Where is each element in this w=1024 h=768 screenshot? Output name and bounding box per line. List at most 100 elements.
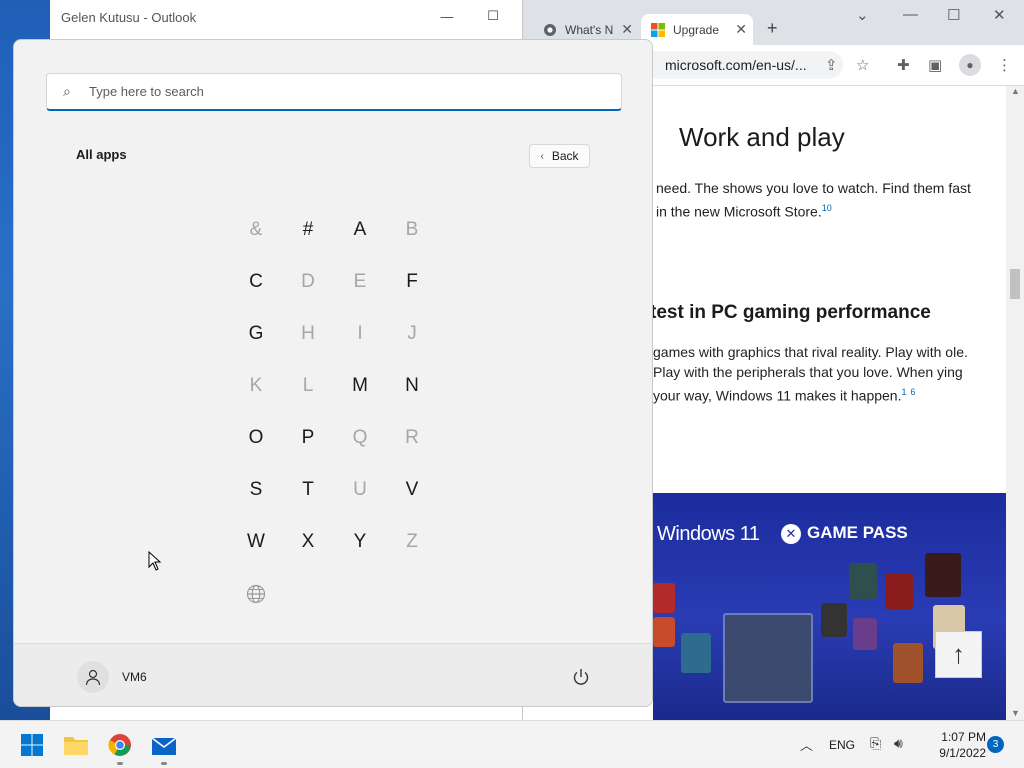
paragraph-gaming: games with graphics that rival reality. … bbox=[653, 342, 993, 406]
all-apps-heading: All apps bbox=[76, 147, 127, 162]
running-indicator bbox=[117, 762, 123, 765]
clock-date: 9/1/2022 bbox=[939, 746, 986, 760]
start-menu: ⌕ All apps ‹ Back &#AB CD EF GH I J K LMN OPQ R ST… bbox=[13, 39, 653, 707]
letter-jump-21[interactable]: T bbox=[282, 464, 334, 516]
banner-gamepass-label: GAME PASS bbox=[807, 523, 908, 542]
letter-jump-0: & bbox=[249, 219, 263, 240]
close-icon[interactable]: ✕ bbox=[735, 21, 747, 38]
language-indicator[interactable]: ENG bbox=[829, 738, 855, 752]
banner-windows-label: Windows 11 bbox=[657, 523, 760, 545]
scroll-down-icon[interactable]: ▼ bbox=[1011, 708, 1020, 718]
outlook-window-title: Gelen Kutusu - Outlook bbox=[61, 10, 197, 25]
paragraph-text: games with graphics that rival reality. … bbox=[653, 344, 968, 404]
letter-jump-20[interactable]: S bbox=[230, 464, 282, 516]
game-tile bbox=[723, 613, 813, 703]
star-icon[interactable]: ☆ bbox=[856, 56, 869, 74]
heading-work-and-play: Work and play bbox=[679, 122, 845, 152]
chrome-taskbar-button[interactable] bbox=[104, 729, 136, 765]
search-icon: ⌕ bbox=[63, 83, 71, 99]
new-tab-button[interactable]: + bbox=[767, 18, 778, 39]
maximize-icon[interactable]: ☐ bbox=[485, 8, 501, 24]
search-input[interactable] bbox=[89, 84, 589, 99]
search-box[interactable]: ⌕ bbox=[46, 73, 622, 111]
footnote-link[interactable]: 1 bbox=[902, 387, 907, 397]
chrome-icon bbox=[544, 23, 556, 36]
share-icon[interactable]: ⇪ bbox=[825, 56, 838, 74]
alphabet-jump-grid: & # A B C D E F G H I J K L M N O P Q R S T U V W X Y Z bbox=[230, 204, 438, 620]
game-tile bbox=[925, 553, 961, 597]
letter-jump-16[interactable]: O bbox=[230, 412, 282, 464]
letter-jump-5: D bbox=[301, 271, 315, 292]
mail-icon bbox=[151, 737, 177, 755]
sidebar-icon[interactable]: ▣ bbox=[928, 56, 942, 74]
chevron-up-icon[interactable]: ︿ bbox=[800, 735, 813, 754]
profile-icon[interactable]: ● bbox=[959, 54, 981, 76]
footnote-link[interactable]: 10 bbox=[822, 203, 832, 213]
banner-gamepass: ✕ GAME PASS bbox=[781, 523, 908, 544]
letter-jump-11: J bbox=[407, 323, 417, 344]
microsoft-logo-icon bbox=[651, 22, 665, 37]
scrollbar-thumb[interactable] bbox=[1010, 269, 1020, 299]
power-icon[interactable] bbox=[570, 666, 592, 688]
more-menu-icon[interactable]: ⋮ bbox=[997, 56, 1012, 74]
letter-jump-18: Q bbox=[352, 427, 368, 448]
user-avatar[interactable] bbox=[77, 661, 109, 693]
extensions-icon[interactable]: ✚ bbox=[897, 56, 910, 74]
mouse-cursor-icon bbox=[148, 551, 162, 571]
chevron-left-icon: ‹ bbox=[540, 150, 544, 162]
file-explorer-button[interactable] bbox=[60, 729, 92, 761]
letter-jump-1[interactable]: # bbox=[282, 204, 334, 256]
letter-jump-6: E bbox=[353, 271, 367, 292]
minimize-icon[interactable]: — bbox=[439, 8, 455, 24]
page-scrollbar[interactable]: ▲ ▼ bbox=[1006, 86, 1024, 720]
notification-badge[interactable]: 3 bbox=[987, 736, 1004, 753]
close-icon[interactable]: ✕ bbox=[621, 21, 633, 38]
letter-jump-24[interactable]: W bbox=[230, 516, 282, 568]
letter-jump-23[interactable]: V bbox=[386, 464, 438, 516]
maximize-icon[interactable]: ☐ bbox=[947, 6, 960, 24]
footnote-link[interactable]: 6 bbox=[910, 387, 915, 397]
tab-upgrade[interactable]: Upgrade ✕ bbox=[641, 14, 753, 45]
heading-gaming: test in PC gaming performance bbox=[650, 302, 931, 323]
letter-jump-2[interactable]: A bbox=[334, 204, 386, 256]
taskbar: ︿ ENG ⎘ 🔊︎ 1:07 PM 9/1/2022 3 bbox=[0, 720, 1024, 768]
letter-jump-19: R bbox=[405, 427, 419, 448]
start-button[interactable] bbox=[16, 729, 48, 761]
network-icon[interactable]: ⎘ bbox=[870, 735, 881, 752]
letter-jump-14[interactable]: M bbox=[334, 360, 386, 412]
game-tile bbox=[849, 563, 877, 599]
paragraph-text: need. The shows you love to watch. Find … bbox=[656, 180, 971, 220]
letter-jump-3: B bbox=[405, 219, 419, 240]
minimize-icon[interactable]: — bbox=[903, 6, 918, 23]
file-explorer-icon bbox=[64, 737, 88, 755]
letter-jump-17[interactable]: P bbox=[282, 412, 334, 464]
clock-time: 1:07 PM bbox=[941, 730, 986, 744]
back-button[interactable]: ‹ Back bbox=[529, 144, 590, 168]
globe-icon bbox=[230, 568, 282, 620]
game-tile bbox=[681, 633, 711, 673]
back-to-top-button[interactable]: ↑ bbox=[935, 631, 982, 678]
mail-taskbar-button[interactable] bbox=[148, 729, 180, 765]
start-menu-footer: VM6 bbox=[14, 643, 652, 706]
close-icon[interactable]: ✕ bbox=[993, 6, 1006, 24]
letter-jump-9: H bbox=[301, 323, 315, 344]
letter-jump-7[interactable]: F bbox=[386, 256, 438, 308]
user-name[interactable]: VM6 bbox=[122, 670, 147, 684]
letter-jump-8[interactable]: G bbox=[230, 308, 282, 360]
letter-jump-25[interactable]: X bbox=[282, 516, 334, 568]
game-tile bbox=[893, 643, 923, 683]
letter-jump-26[interactable]: Y bbox=[334, 516, 386, 568]
scroll-up-icon[interactable]: ▲ bbox=[1011, 86, 1020, 96]
volume-icon[interactable]: 🔊︎ bbox=[894, 735, 903, 752]
paragraph-work: need. The shows you love to watch. Find … bbox=[656, 178, 976, 222]
back-button-label: Back bbox=[551, 149, 579, 163]
letter-jump-13: L bbox=[302, 375, 314, 396]
letter-jump-12: K bbox=[249, 375, 263, 396]
letter-jump-22: U bbox=[353, 479, 367, 500]
letter-jump-4[interactable]: C bbox=[230, 256, 282, 308]
letter-jump-15[interactable]: N bbox=[386, 360, 438, 412]
chevron-down-icon[interactable]: ⌄ bbox=[856, 6, 869, 24]
clock[interactable]: 1:07 PM 9/1/2022 bbox=[920, 729, 986, 761]
game-tile bbox=[853, 618, 877, 650]
tab-label: Upgrade bbox=[673, 22, 720, 37]
